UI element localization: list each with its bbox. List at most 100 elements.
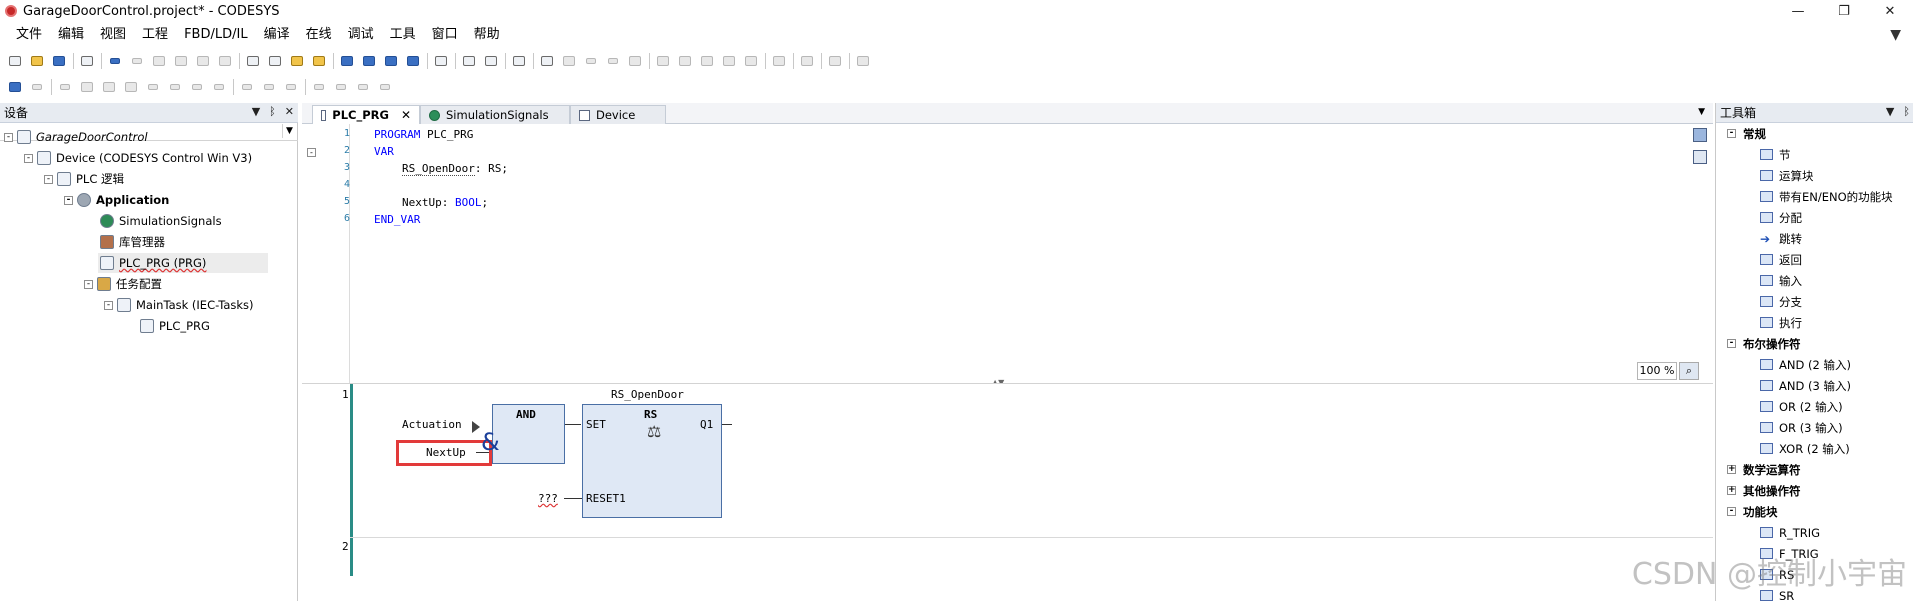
show-next-statement-icon[interactable] xyxy=(770,52,788,70)
print-icon[interactable] xyxy=(78,52,96,70)
menu-window[interactable]: 窗口 xyxy=(424,24,466,46)
rs-instance-name[interactable]: RS_OpenDoor xyxy=(611,388,684,401)
label-icon[interactable] xyxy=(166,78,184,96)
collapse-icon[interactable]: - xyxy=(1727,129,1736,138)
insert-contact-icon[interactable] xyxy=(376,78,394,96)
replace-in-project-icon[interactable] xyxy=(310,52,328,70)
toolbox-category-boolean[interactable]: - 布尔操作符 xyxy=(1716,333,1913,354)
bookmark-prev-icon[interactable] xyxy=(382,52,400,70)
tree-item-project[interactable]: - GarageDoorControl xyxy=(4,127,148,147)
tree-item-library-manager[interactable]: 库管理器 xyxy=(100,232,165,252)
empty-box-icon[interactable] xyxy=(122,78,140,96)
collapse-icon[interactable]: - xyxy=(4,132,13,142)
toolbox-category-function-blocks[interactable]: - 功能块 xyxy=(1716,501,1913,522)
save-icon[interactable] xyxy=(50,52,68,70)
toolbox-item-and-2[interactable]: AND (2 输入) xyxy=(1716,354,1913,375)
cut-icon[interactable] xyxy=(150,52,168,70)
expand-icon[interactable]: + xyxy=(1727,486,1736,495)
bookmark-next-icon[interactable] xyxy=(360,52,378,70)
fbd-editor[interactable]: 1 2 Actuation NextUp AND & RS_OpenDoor R… xyxy=(302,383,1713,601)
step-into-icon[interactable] xyxy=(698,52,716,70)
bookmark-icon[interactable] xyxy=(338,52,356,70)
toolbox-item-assignment[interactable]: 分配 xyxy=(1716,207,1913,228)
stop-icon[interactable] xyxy=(604,52,622,70)
tree-item-simulation-signals[interactable]: SimulationSignals xyxy=(100,211,222,231)
find-in-project-icon[interactable] xyxy=(288,52,306,70)
menu-project[interactable]: 工程 xyxy=(134,24,176,46)
toolbox-item-or-2[interactable]: OR (2 输入) xyxy=(1716,396,1913,417)
tree-item-task-config[interactable]: - 任务配置 xyxy=(84,274,162,294)
collapse-icon[interactable]: - xyxy=(44,174,53,184)
fold-toggle-icon[interactable]: - xyxy=(307,148,316,157)
menu-file[interactable]: 文件 xyxy=(8,24,50,46)
breakpoint-icon[interactable] xyxy=(654,52,672,70)
toolbox-category-other[interactable]: + 其他操作符 xyxy=(1716,480,1913,501)
undo-icon[interactable] xyxy=(106,52,124,70)
find-icon[interactable] xyxy=(244,52,262,70)
pin-icon[interactable]: ᛒ xyxy=(269,105,276,118)
toolbox-item-network[interactable]: 节 xyxy=(1716,144,1913,165)
tree-item-application[interactable]: - Application xyxy=(64,190,169,210)
delete-icon[interactable] xyxy=(216,52,234,70)
write-values-icon[interactable] xyxy=(798,52,816,70)
return-icon[interactable] xyxy=(188,78,206,96)
maximize-button[interactable]: ❐ xyxy=(1821,0,1867,22)
collapse-icon[interactable]: - xyxy=(64,195,73,205)
toolbox-item-xor-2[interactable]: XOR (2 输入) xyxy=(1716,438,1913,459)
toolbox-item-execute[interactable]: 执行 xyxy=(1716,312,1913,333)
branch-end-icon[interactable] xyxy=(332,78,350,96)
tab-plc-prg[interactable]: PLC_PRG ✕ xyxy=(312,105,420,124)
login-icon[interactable] xyxy=(538,52,556,70)
reset-icon[interactable] xyxy=(626,52,644,70)
toolbox-item-box-en-eno[interactable]: 带有EN/ENO的功能块 xyxy=(1716,186,1913,207)
box-en-eno-icon[interactable] xyxy=(100,78,118,96)
chevron-down-icon[interactable]: ▼ xyxy=(282,124,296,138)
filter-icon[interactable]: ▼ xyxy=(1890,27,1901,43)
menu-edit[interactable]: 编辑 xyxy=(50,24,92,46)
flow-control-icon[interactable] xyxy=(854,52,872,70)
menu-build[interactable]: 编译 xyxy=(256,24,298,46)
jump-icon[interactable] xyxy=(144,78,162,96)
parallel-branch-icon[interactable] xyxy=(354,78,372,96)
menu-online[interactable]: 在线 xyxy=(298,24,340,46)
edge-detection-icon[interactable] xyxy=(260,78,278,96)
close-panel-icon[interactable]: ✕ xyxy=(285,105,294,118)
collapse-icon[interactable]: - xyxy=(1727,339,1736,348)
input-actuation[interactable]: Actuation xyxy=(402,418,462,431)
step-out-icon[interactable] xyxy=(720,52,738,70)
network-below-icon[interactable] xyxy=(28,78,46,96)
toolbox-item-and-3[interactable]: AND (3 输入) xyxy=(1716,375,1913,396)
box-icon[interactable] xyxy=(78,78,96,96)
collapse-icon[interactable]: - xyxy=(84,279,93,289)
force-values-icon[interactable] xyxy=(826,52,844,70)
toolbox-category-general[interactable]: - 常规 xyxy=(1716,123,1913,144)
collapse-icon[interactable]: - xyxy=(104,300,113,310)
panel-menu-icon[interactable]: ▼ xyxy=(252,105,260,118)
close-window-button[interactable]: ✕ xyxy=(1867,0,1913,22)
copy-icon[interactable] xyxy=(172,52,190,70)
menu-help[interactable]: 帮助 xyxy=(466,24,508,46)
step-over-icon[interactable] xyxy=(676,52,694,70)
application-icon[interactable] xyxy=(510,52,528,70)
pin-icon[interactable]: ᛒ xyxy=(1903,105,1910,118)
toolbox-item-jump[interactable]: ➔ 跳转 xyxy=(1716,228,1913,249)
input-reset-placeholder[interactable]: ??? xyxy=(538,492,558,505)
close-tab-icon[interactable]: ✕ xyxy=(401,108,411,122)
logout-icon[interactable] xyxy=(560,52,578,70)
tabs-dropdown-icon[interactable]: ▼ xyxy=(1698,107,1705,117)
tab-simulation-signals[interactable]: SimulationSignals xyxy=(420,105,570,124)
add-object-icon[interactable] xyxy=(482,52,500,70)
toolbox-item-or-3[interactable]: OR (3 输入) xyxy=(1716,417,1913,438)
toolbox-item-r-trig[interactable]: R_TRIG xyxy=(1716,522,1913,543)
redo-icon[interactable] xyxy=(128,52,146,70)
toolbox-item-return[interactable]: 返回 xyxy=(1716,249,1913,270)
branch-icon[interactable] xyxy=(310,78,328,96)
negate-icon[interactable] xyxy=(238,78,256,96)
toolbox-item-input[interactable]: 输入 xyxy=(1716,270,1913,291)
open-project-icon[interactable] xyxy=(28,52,46,70)
build-icon[interactable] xyxy=(432,52,450,70)
paste-icon[interactable] xyxy=(194,52,212,70)
tab-device[interactable]: Device xyxy=(570,105,666,124)
tree-item-plc-prg[interactable]: PLC_PRG (PRG) xyxy=(98,253,268,273)
new-project-icon[interactable] xyxy=(6,52,24,70)
